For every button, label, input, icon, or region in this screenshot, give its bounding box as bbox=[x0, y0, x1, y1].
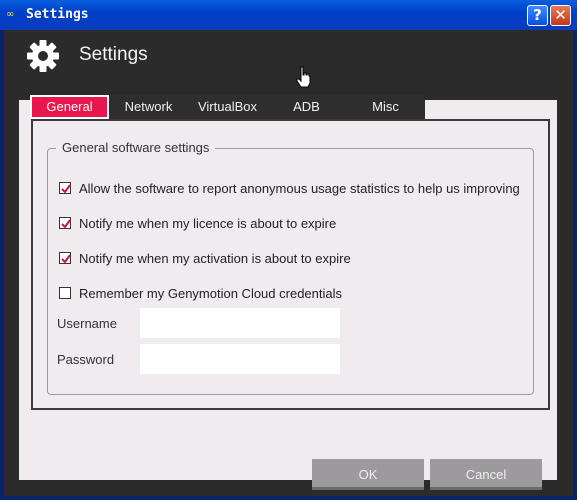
general-settings-group: General software settings Allow the soft… bbox=[47, 140, 534, 395]
tab-adb[interactable]: ADB bbox=[267, 95, 346, 119]
option-usage-statistics[interactable]: Allow the software to report anonymous u… bbox=[59, 179, 520, 197]
app-icon: ∞ bbox=[6, 9, 15, 20]
usage-statistics-label: Allow the software to report anonymous u… bbox=[79, 180, 520, 196]
username-label: Username bbox=[57, 316, 117, 331]
tab-bar: General Network VirtualBox ADB Misc bbox=[30, 95, 425, 119]
tab-network[interactable]: Network bbox=[109, 95, 188, 119]
close-button[interactable]: ✕ bbox=[550, 5, 571, 26]
gear-icon bbox=[27, 40, 59, 72]
remember-credentials-checkbox[interactable] bbox=[59, 287, 71, 299]
option-licence-expire[interactable]: Notify me when my licence is about to ex… bbox=[59, 214, 336, 232]
password-label: Password bbox=[57, 352, 115, 367]
title-bar[interactable]: ∞ Settings ? ✕ bbox=[0, 0, 577, 30]
activation-expire-label: Notify me when my activation is about to… bbox=[79, 250, 351, 266]
settings-content: General Network VirtualBox ADB Misc Gene… bbox=[19, 95, 557, 490]
page-title: Settings bbox=[79, 44, 148, 65]
checkmark-icon bbox=[61, 184, 71, 194]
dialog-body: Settings General Network VirtualBox ADB … bbox=[4, 30, 573, 496]
cancel-button[interactable]: Cancel bbox=[430, 459, 542, 490]
general-tab-panel: General software settings Allow the soft… bbox=[31, 119, 550, 410]
tab-general[interactable]: General bbox=[30, 95, 109, 119]
option-remember-credentials[interactable]: Remember my Genymotion Cloud credentials bbox=[59, 284, 342, 302]
settings-window: ∞ Settings ? ✕ Settings General Network … bbox=[0, 0, 577, 500]
checkmark-icon bbox=[61, 254, 71, 264]
tab-virtualbox[interactable]: VirtualBox bbox=[188, 95, 267, 119]
licence-expire-label: Notify me when my licence is about to ex… bbox=[79, 215, 337, 231]
ok-button[interactable]: OK bbox=[312, 459, 424, 490]
username-field[interactable] bbox=[140, 308, 340, 338]
tab-misc[interactable]: Misc bbox=[346, 95, 425, 119]
password-field[interactable] bbox=[140, 344, 340, 374]
remember-credentials-label: Remember my Genymotion Cloud credentials bbox=[79, 285, 342, 301]
licence-expire-checkbox[interactable] bbox=[59, 217, 71, 229]
activation-expire-checkbox[interactable] bbox=[59, 252, 71, 264]
hand-cursor-icon bbox=[296, 66, 311, 88]
option-activation-expire[interactable]: Notify me when my activation is about to… bbox=[59, 249, 351, 267]
usage-statistics-checkbox[interactable] bbox=[59, 182, 71, 194]
window-title: Settings bbox=[26, 7, 89, 22]
help-button[interactable]: ? bbox=[527, 5, 548, 26]
checkmark-icon bbox=[61, 219, 71, 229]
group-title: General software settings bbox=[56, 140, 216, 155]
